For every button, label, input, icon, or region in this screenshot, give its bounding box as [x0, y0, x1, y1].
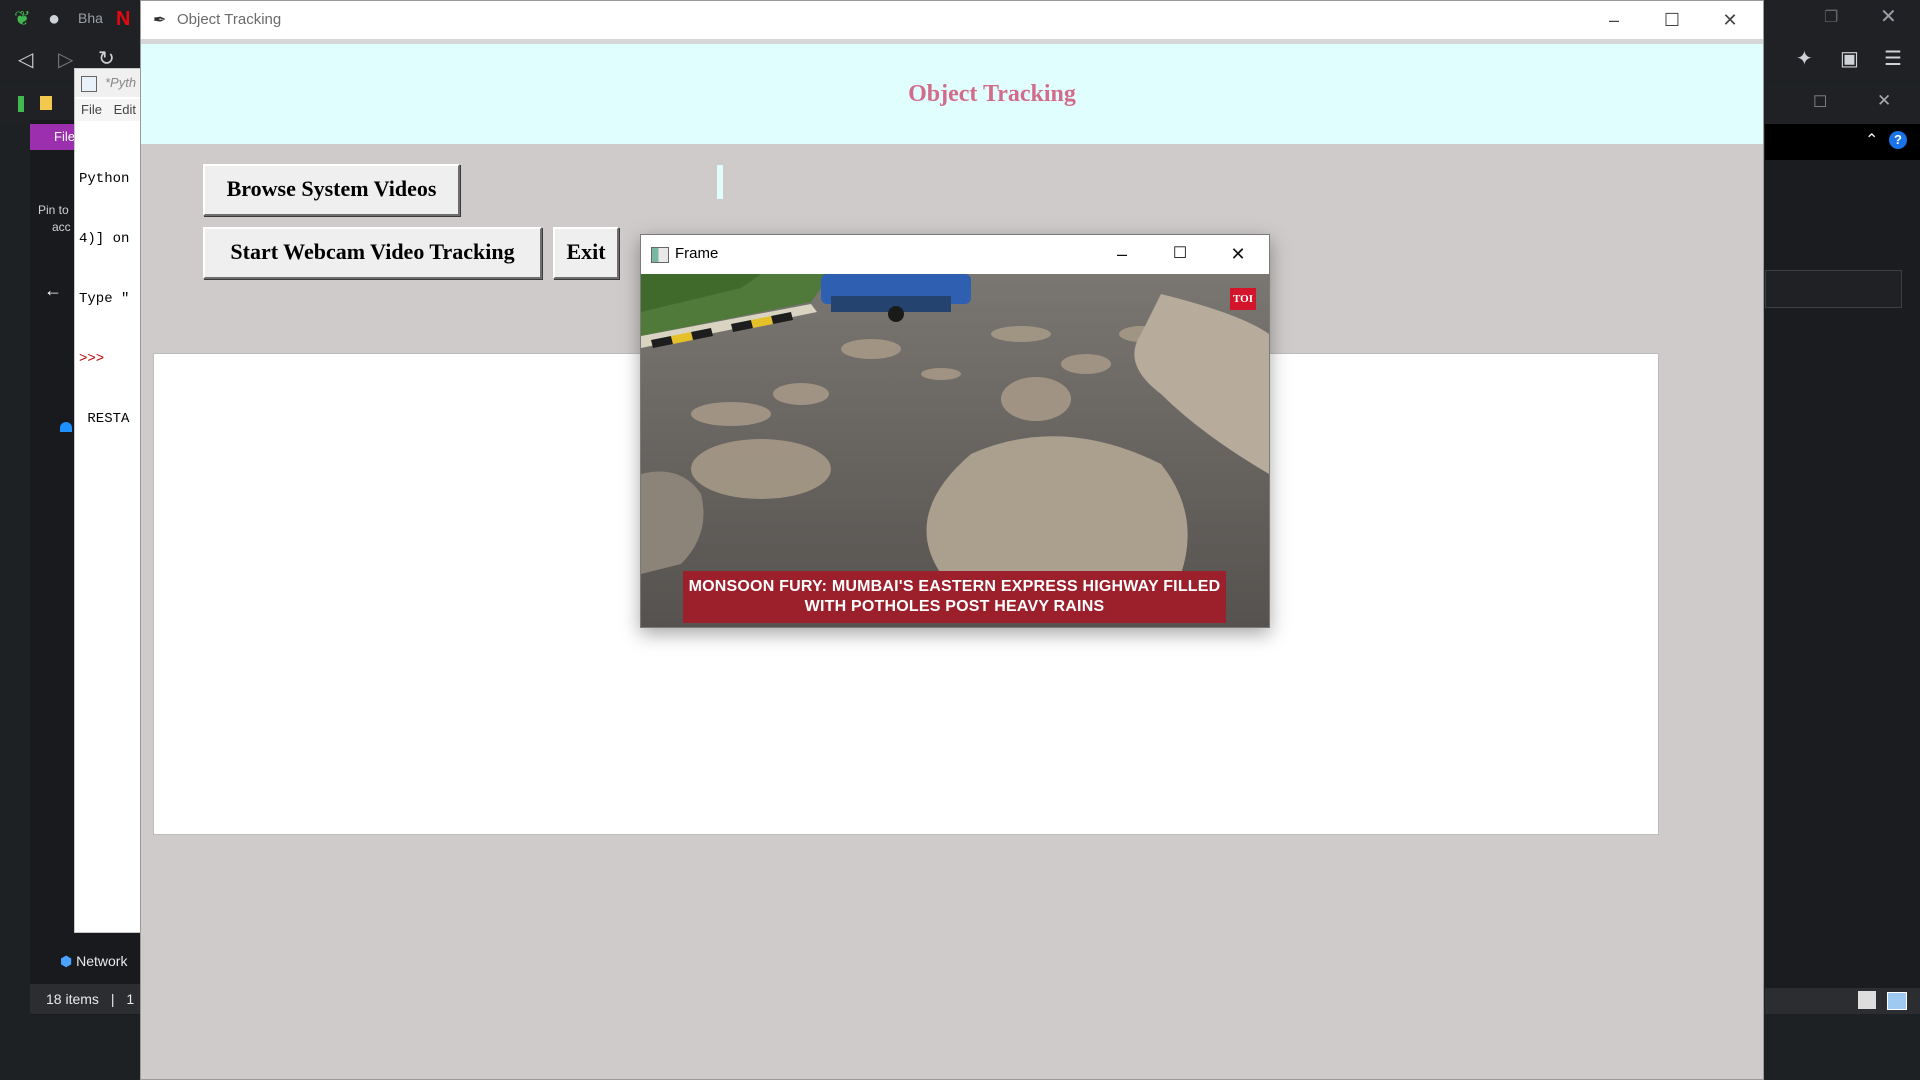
browse-videos-button[interactable]: Browse System Videos	[203, 164, 460, 216]
window-titlebar[interactable]: ✒ Object Tracking – ☐ ✕	[141, 1, 1763, 39]
header-banner: Object Tracking	[141, 44, 1763, 144]
folder-icon[interactable]	[40, 96, 52, 110]
back-icon[interactable]: ◁	[18, 50, 33, 70]
maximize-button[interactable]: ☐	[1643, 1, 1701, 39]
exit-button[interactable]: Exit	[553, 227, 619, 279]
frame-titlebar[interactable]: Frame – ☐ ✕	[641, 235, 1269, 274]
item-count: 18 items	[46, 991, 99, 1007]
frame-close-button[interactable]: ✕	[1209, 235, 1267, 273]
search-field[interactable]	[1765, 270, 1902, 308]
app-logo-icon[interactable]: ❦	[14, 9, 31, 29]
frame-maximize-button[interactable]: ☐	[1151, 235, 1209, 273]
webcam-tracking-button[interactable]: Start Webcam Video Tracking	[203, 227, 542, 279]
details-view-icon[interactable]	[1858, 991, 1876, 1009]
menu-icon[interactable]: ☰	[1884, 49, 1902, 69]
help-icon[interactable]: ?	[1889, 131, 1907, 149]
minimize-button[interactable]: –	[1585, 1, 1643, 39]
frame-title: Frame	[675, 245, 719, 262]
close-icon[interactable]: ✕	[1877, 91, 1891, 111]
idle-shell-output[interactable]: Python 4)] on Type " >>> RESTA	[79, 129, 129, 469]
forward-icon[interactable]: ▷	[58, 50, 73, 70]
page-title: Object Tracking	[908, 81, 1076, 107]
netflix-icon[interactable]: N	[116, 9, 130, 29]
frame-minimize-button[interactable]: –	[1093, 235, 1151, 273]
status-label	[717, 165, 723, 199]
idle-menu-file[interactable]: File	[81, 102, 102, 117]
idle-menu-edit[interactable]: Edit	[106, 102, 136, 117]
frame-window: Frame – ☐ ✕ TOI MONSOON FURY: MUMBAI'S E…	[640, 234, 1270, 628]
tiles-view-icon[interactable]	[1887, 992, 1907, 1010]
status-extra: 1	[126, 991, 135, 1007]
close-icon[interactable]: ✕	[1880, 7, 1897, 27]
feather-icon: ✒	[153, 12, 167, 29]
background-right-panel: ☐ ✕ ⌃ ?	[1765, 84, 1920, 1014]
network-icon: ⬢	[60, 953, 73, 969]
idle-menu-bar: File Edit	[75, 99, 149, 121]
idle-shell-window: *Pyth File Edit Python 4)] on Type " >>>…	[74, 68, 173, 933]
explorer-status-bar: 18 items | 1	[30, 984, 140, 1014]
maximize-icon[interactable]: ☐	[1813, 92, 1827, 112]
network-label: Network	[76, 953, 128, 969]
back-arrow-icon[interactable]: ←	[44, 280, 62, 301]
python-file-icon	[81, 76, 97, 92]
github-icon[interactable]: ●	[48, 9, 60, 29]
extensions-icon[interactable]: ✦	[1796, 49, 1813, 69]
toi-logo: TOI	[1230, 288, 1256, 310]
reload-icon[interactable]: ↻	[98, 49, 115, 69]
frame-app-icon	[651, 247, 669, 263]
news-headline-banner: MONSOON FURY: MUMBAI'S EASTERN EXPRESS H…	[683, 571, 1226, 623]
video-frame: TOI MONSOON FURY: MUMBAI'S EASTERN EXPRE…	[641, 274, 1269, 627]
browser-tab-label[interactable]: Bha	[78, 10, 103, 26]
wallet-icon[interactable]: ▣	[1840, 49, 1859, 69]
onedrive-icon[interactable]	[60, 422, 72, 432]
restore-icon[interactable]: ❐	[1824, 8, 1838, 28]
close-button[interactable]: ✕	[1701, 1, 1759, 39]
status-separator: |	[110, 991, 115, 1007]
window-title: Object Tracking	[177, 11, 282, 28]
pin-text: Pin to acc	[38, 203, 71, 234]
chevron-up-icon[interactable]: ⌃	[1865, 130, 1878, 150]
network-item[interactable]: ⬢ Network	[60, 946, 145, 976]
bookmark-icon[interactable]	[18, 96, 24, 112]
